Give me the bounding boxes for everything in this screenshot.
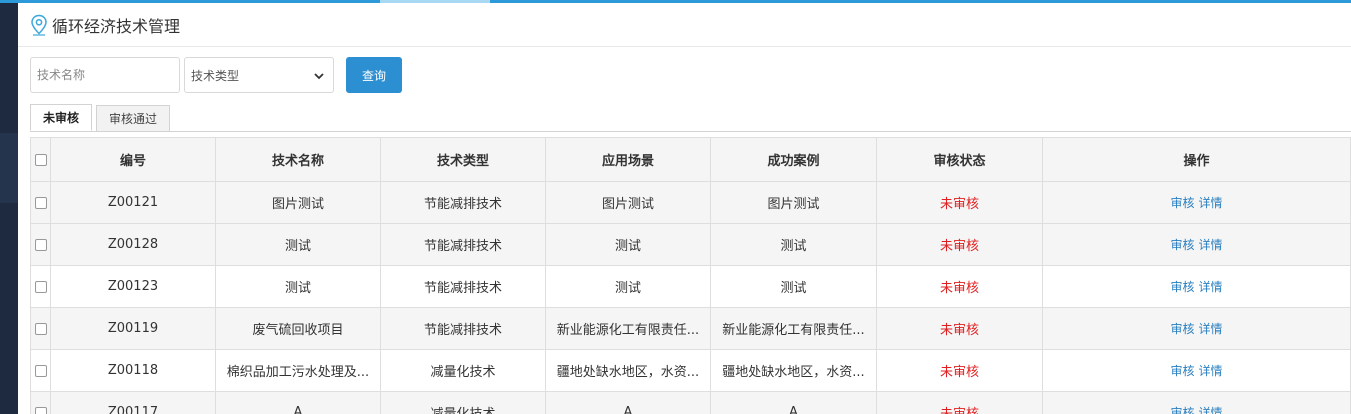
cell-case: 测试: [710, 265, 877, 308]
review-link[interactable]: 审核: [1170, 238, 1194, 252]
cell-name: 废气硫回收项目: [215, 307, 381, 350]
status-tabs: 未审核 审核通过: [30, 104, 174, 131]
col-header-case[interactable]: 成功案例: [710, 137, 877, 182]
tab-pending[interactable]: 未审核: [30, 104, 93, 131]
cell-id: Z00118: [50, 349, 216, 392]
row-checkbox-cell: [30, 265, 51, 308]
tech-name-input[interactable]: [30, 57, 180, 93]
col-header-id[interactable]: 编号: [50, 137, 216, 182]
sidebar-collapsed: [0, 3, 18, 414]
cell-name: 棉织品加工污水处理及...: [215, 349, 381, 392]
row-checkbox[interactable]: [34, 406, 47, 414]
cell-type: 减量化技术: [380, 391, 546, 414]
filter-bar: 技术类型 查询: [30, 57, 402, 93]
review-link[interactable]: 审核: [1170, 322, 1194, 336]
tab-approved[interactable]: 审核通过: [96, 105, 171, 131]
table-header-row: 编号 技术名称 技术类型 应用场景 成功案例 审核状态 操作: [30, 137, 1351, 182]
detail-link[interactable]: 详情: [1199, 280, 1223, 294]
cell-type: 节能减排技术: [380, 181, 546, 224]
page-title: 循环经济技术管理: [52, 16, 181, 36]
cell-ops: 审核 详情: [1042, 349, 1351, 392]
row-checkbox-cell: [30, 307, 51, 350]
select-all-cell: [30, 137, 51, 182]
row-checkbox[interactable]: [34, 364, 47, 377]
cell-status: 未审核: [876, 391, 1043, 414]
cell-scene: 测试: [545, 223, 711, 266]
cell-name: 图片测试: [215, 181, 381, 224]
detail-link[interactable]: 详情: [1199, 196, 1223, 210]
review-link[interactable]: 审核: [1170, 196, 1194, 210]
table-row: Z00117 A 减量化技术 A A 未审核 审核详情: [30, 391, 1351, 414]
cell-case: A: [710, 391, 877, 414]
col-header-name[interactable]: 技术名称: [215, 137, 381, 182]
table-container: 编号 技术名称 技术类型 应用场景 成功案例 审核状态 操作 Z00121 图片…: [30, 131, 1351, 414]
cell-id: Z00121: [50, 181, 216, 224]
cell-ops: 审核 详情: [1042, 265, 1351, 308]
tech-type-select[interactable]: 技术类型: [184, 57, 334, 93]
cell-name: 测试: [215, 223, 381, 266]
cell-scene: 测试: [545, 265, 711, 308]
cell-id: Z00128: [50, 223, 216, 266]
cell-scene: A: [545, 391, 711, 414]
page-header: 循环经济技术管理: [18, 3, 1351, 47]
col-header-scene[interactable]: 应用场景: [545, 137, 711, 182]
cell-id: Z00119: [50, 307, 216, 350]
cell-scene: 疆地处缺水地区，水资...: [545, 349, 711, 392]
cell-type: 减量化技术: [380, 349, 546, 392]
detail-link[interactable]: 详情: [1199, 406, 1223, 414]
table-row: Z00121 图片测试 节能减排技术 图片测试 图片测试 未审核 审核 详情: [30, 181, 1351, 224]
cell-scene: 新业能源化工有限责任...: [545, 307, 711, 350]
sidebar-active-item[interactable]: [0, 133, 18, 203]
row-checkbox[interactable]: [34, 280, 47, 293]
table-row: Z00123 测试 节能减排技术 测试 测试 未审核 审核 详情: [30, 265, 1351, 308]
main-content: 循环经济技术管理 技术类型 查询 未审核 审核通过: [18, 3, 1351, 414]
chevron-down-icon: [314, 73, 324, 80]
cell-name: A: [215, 391, 381, 414]
row-checkbox[interactable]: [34, 196, 47, 209]
cell-id: Z00123: [50, 265, 216, 308]
review-link[interactable]: 审核: [1170, 406, 1194, 414]
cell-ops: 审核 详情: [1042, 391, 1351, 414]
cell-type: 节能减排技术: [380, 307, 546, 350]
detail-link[interactable]: 详情: [1199, 322, 1223, 336]
cell-ops: 审核 详情: [1042, 181, 1351, 224]
cell-case: 图片测试: [710, 181, 877, 224]
cell-type: 节能减排技术: [380, 265, 546, 308]
select-all-checkbox[interactable]: [34, 153, 47, 166]
table-row: Z00128 测试 节能减排技术 测试 测试 未审核 审核 详情: [30, 223, 1351, 266]
col-header-status[interactable]: 审核状态: [876, 137, 1043, 182]
query-button[interactable]: 查询: [346, 57, 402, 93]
cell-type: 节能减排技术: [380, 223, 546, 266]
cell-status: 未审核: [876, 265, 1043, 308]
review-link[interactable]: 审核: [1170, 364, 1194, 378]
tech-table: 编号 技术名称 技术类型 应用场景 成功案例 审核状态 操作 Z00121 图片…: [30, 137, 1351, 414]
detail-link[interactable]: 详情: [1199, 238, 1223, 252]
review-link[interactable]: 审核: [1170, 280, 1194, 294]
row-checkbox-cell: [30, 349, 51, 392]
cell-status: 未审核: [876, 307, 1043, 350]
cell-ops: 审核 详情: [1042, 307, 1351, 350]
cell-status: 未审核: [876, 223, 1043, 266]
cell-case: 新业能源化工有限责任...: [710, 307, 877, 350]
row-checkbox-cell: [30, 391, 51, 414]
row-checkbox[interactable]: [34, 238, 47, 251]
cell-status: 未审核: [876, 349, 1043, 392]
col-header-ops: 操作: [1042, 137, 1351, 182]
row-checkbox-cell: [30, 181, 51, 224]
cell-ops: 审核 详情: [1042, 223, 1351, 266]
location-pin-icon: [31, 14, 47, 36]
cell-case: 疆地处缺水地区，水资...: [710, 349, 877, 392]
col-header-type[interactable]: 技术类型: [380, 137, 546, 182]
cell-status: 未审核: [876, 181, 1043, 224]
table-row: Z00119 废气硫回收项目 节能减排技术 新业能源化工有限责任... 新业能源…: [30, 307, 1351, 350]
row-checkbox-cell: [30, 223, 51, 266]
tech-type-select-value: 技术类型: [191, 68, 240, 83]
cell-scene: 图片测试: [545, 181, 711, 224]
row-checkbox[interactable]: [34, 322, 47, 335]
detail-link[interactable]: 详情: [1199, 364, 1223, 378]
cell-case: 测试: [710, 223, 877, 266]
cell-name: 测试: [215, 265, 381, 308]
cell-id: Z00117: [50, 391, 216, 414]
table-row: Z00118 棉织品加工污水处理及... 减量化技术 疆地处缺水地区，水资...…: [30, 349, 1351, 392]
